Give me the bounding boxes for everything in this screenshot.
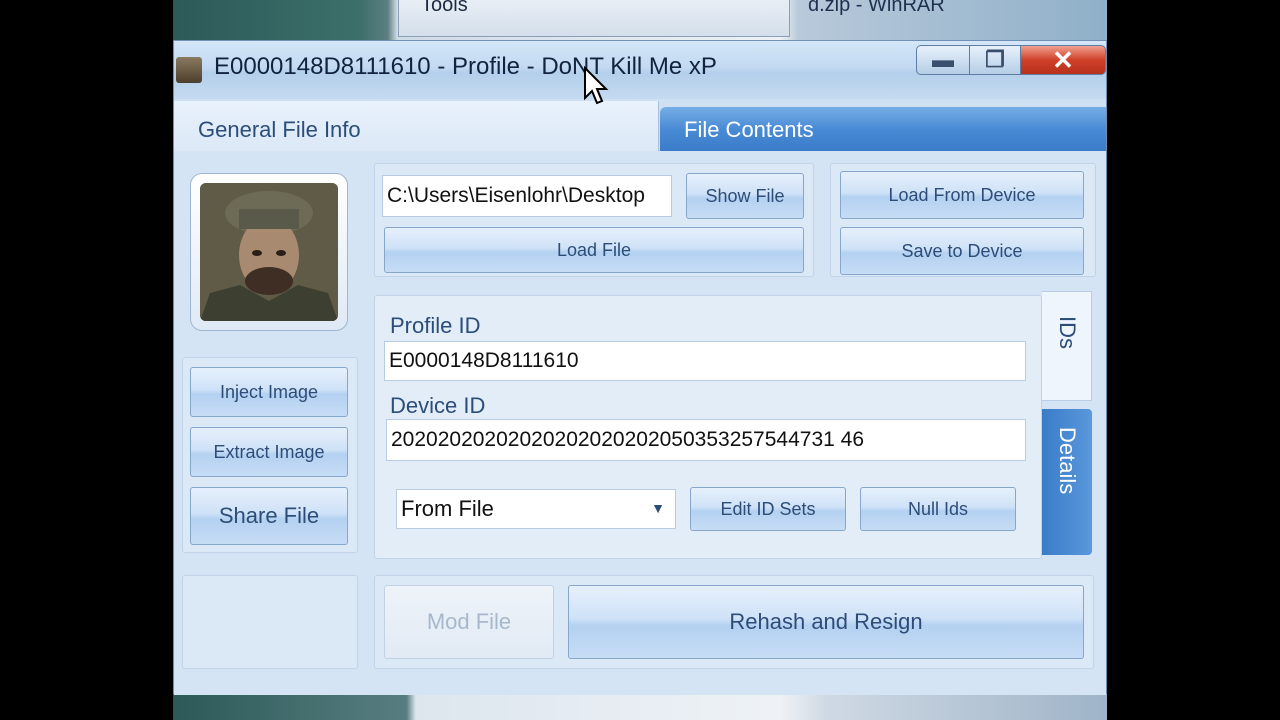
device-id-field[interactable]: 20202020202020202020202050353257544731 4… [386, 419, 1026, 461]
load-file-button[interactable]: Load File [384, 227, 804, 273]
tab-general-file-info[interactable]: General File Info [174, 101, 659, 151]
mouse-cursor-icon [584, 66, 609, 105]
profile-app-icon [176, 57, 202, 83]
side-tab-ids[interactable]: IDs [1042, 291, 1092, 401]
extract-image-button[interactable]: Extract Image [190, 427, 348, 477]
title-bar[interactable]: E0000148D8111610 - Profile - DoNT Kill M… [174, 41, 1106, 99]
maximize-button[interactable]: ❐ [969, 45, 1021, 75]
empty-panel [182, 575, 358, 669]
avatar-frame [190, 173, 348, 331]
share-file-button[interactable]: Share File [190, 487, 348, 545]
load-from-device-button[interactable]: Load From Device [840, 171, 1084, 219]
profile-window: E0000148D8111610 - Profile - DoNT Kill M… [173, 40, 1107, 695]
chevron-down-icon: ▼ [651, 500, 665, 516]
side-tab-ids-label: IDs [1055, 316, 1080, 349]
side-tab-details[interactable]: Details [1042, 409, 1092, 555]
profile-id-field[interactable]: E0000148D8111610 [384, 341, 1026, 381]
device-id-label: Device ID [390, 393, 486, 418]
rehash-and-resign-button[interactable]: Rehash and Resign [568, 585, 1084, 659]
close-icon: ✕ [1052, 44, 1074, 75]
file-path-field[interactable]: C:\Users\Eisenlohr\Desktop [382, 175, 672, 217]
minimize-button[interactable]: ▬ [916, 45, 970, 75]
background-winrar-label: d.zip - WinRAR [808, 0, 945, 16]
background-taskbar [173, 694, 1107, 720]
close-button[interactable]: ✕ [1020, 45, 1106, 75]
null-ids-button[interactable]: Null Ids [860, 487, 1016, 531]
general-file-info-panel: Inject Image Extract Image Share File C:… [174, 151, 1106, 695]
side-tab-details-label: Details [1055, 427, 1080, 495]
id-source-dropdown[interactable]: From File ▼ [396, 489, 676, 529]
edit-id-sets-button[interactable]: Edit ID Sets [690, 487, 846, 531]
maximize-icon: ❐ [985, 47, 1005, 72]
window-title: E0000148D8111610 - Profile - DoNT Kill M… [214, 53, 717, 80]
id-source-selected: From File [401, 496, 494, 521]
minimize-icon: ▬ [932, 47, 954, 72]
tab-general-label: General File Info [198, 117, 361, 142]
avatar-portrait-icon [200, 183, 338, 321]
tab-contents-label: File Contents [684, 117, 814, 142]
tab-file-contents[interactable]: File Contents [660, 107, 1106, 151]
inject-image-button[interactable]: Inject Image [190, 367, 348, 417]
mod-file-button[interactable]: Mod File [384, 585, 554, 659]
save-to-device-button[interactable]: Save to Device [840, 227, 1084, 275]
profile-id-label: Profile ID [390, 313, 481, 338]
avatar [200, 183, 338, 321]
show-file-button[interactable]: Show File [686, 173, 804, 219]
background-tools-label: Tools [421, 0, 468, 16]
